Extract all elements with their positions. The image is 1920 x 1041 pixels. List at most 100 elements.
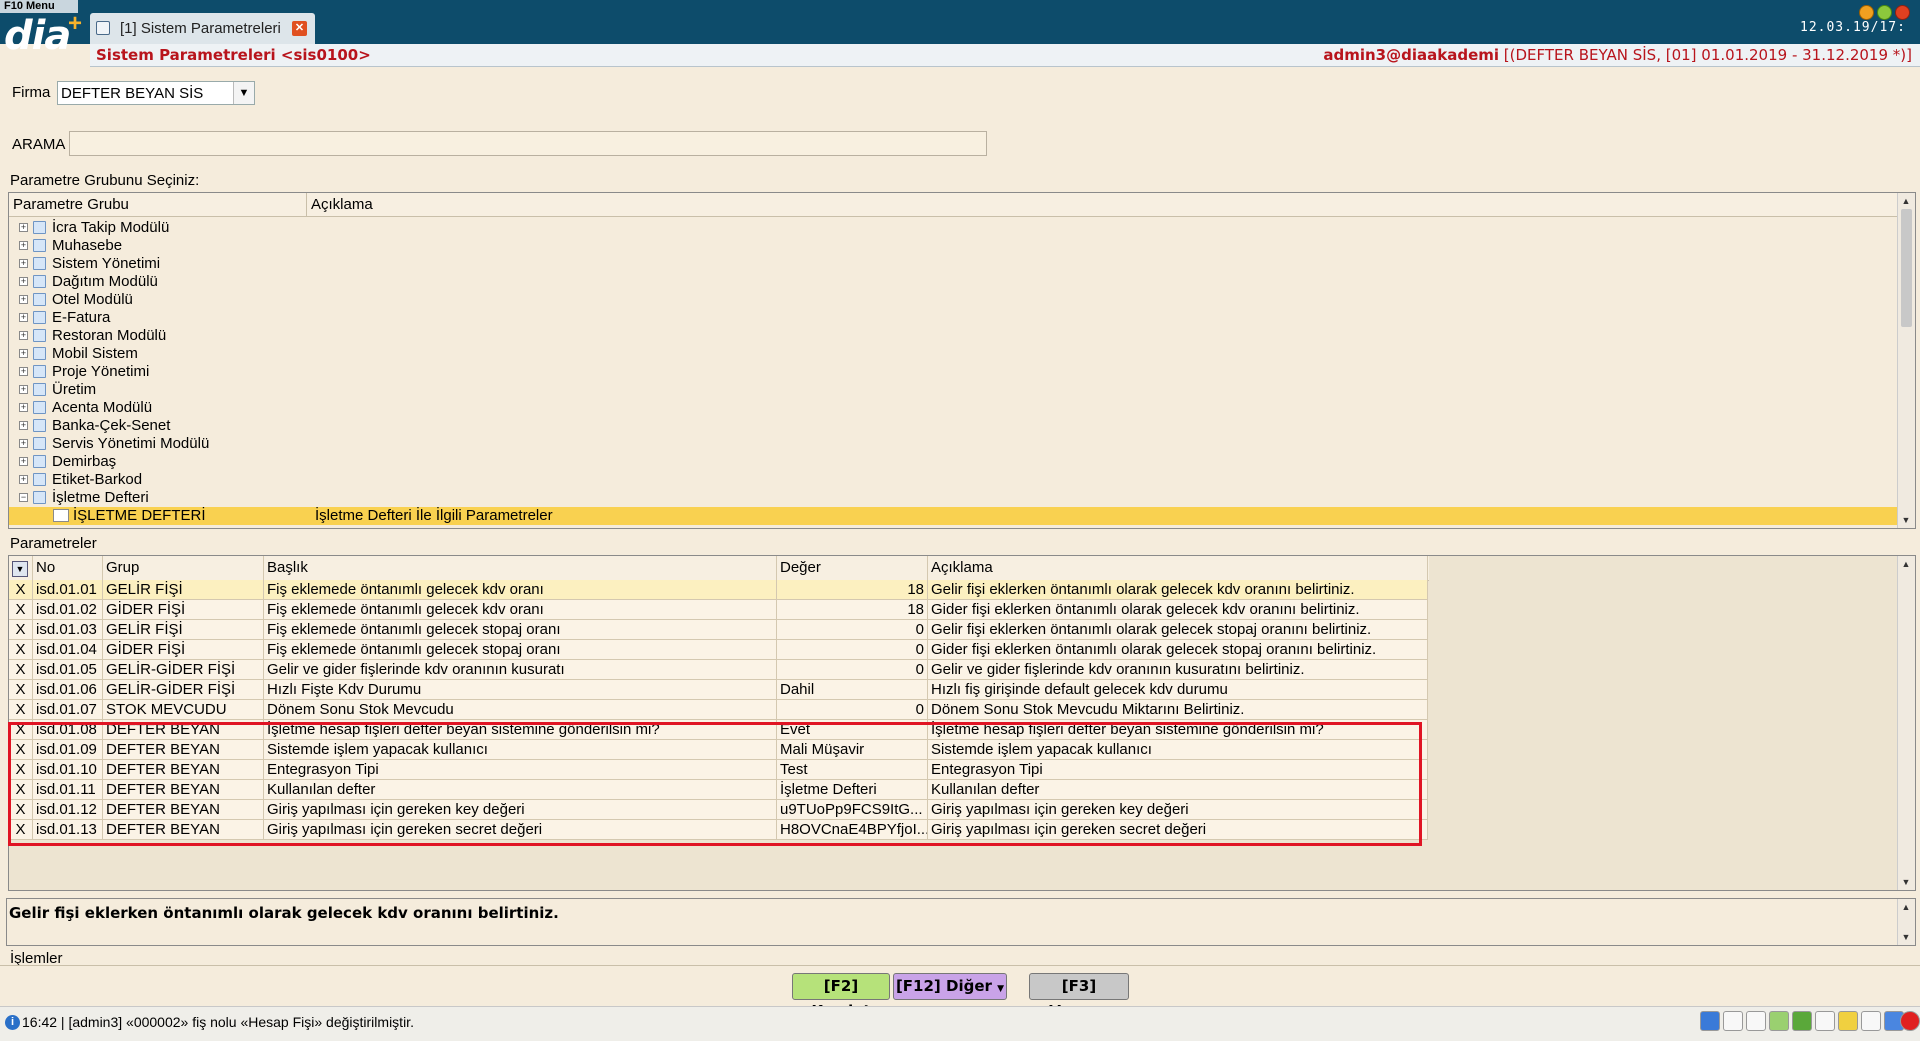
col-deger[interactable]: Değer xyxy=(777,556,928,580)
download-icon[interactable] xyxy=(1815,1011,1835,1031)
f10-menu-button[interactable]: F10 Menu xyxy=(0,0,78,13)
tab-close-icon[interactable]: ✕ xyxy=(292,21,307,36)
table-row[interactable]: Xisd.01.06 GELİR-GİDER FİŞİ Hızlı Fişte Kd… xyxy=(9,680,1437,700)
expand-icon[interactable]: + xyxy=(19,331,28,340)
scroll-down-icon[interactable]: ▼ xyxy=(1900,876,1912,888)
tree-header-group[interactable]: Parametre Grubu xyxy=(9,193,307,217)
tree-item[interactable]: + Proje Yönetimi xyxy=(9,363,1905,381)
help-icon[interactable] xyxy=(1700,1011,1720,1031)
expand-icon[interactable]: + xyxy=(19,457,28,466)
save-button[interactable]: [F2] Kaydet xyxy=(792,973,890,1020)
refresh-icon[interactable] xyxy=(1769,1011,1789,1031)
currency-icon[interactable] xyxy=(1792,1011,1812,1031)
scroll-down-icon[interactable]: ▼ xyxy=(1900,514,1912,526)
expand-icon[interactable]: + xyxy=(19,223,28,232)
cell-deger[interactable]: Dahil xyxy=(777,680,928,700)
tree-item[interactable]: + Mobil Sistem xyxy=(9,345,1905,363)
scroll-up-icon[interactable]: ▲ xyxy=(1900,558,1912,570)
col-aciklama[interactable]: Açıklama xyxy=(928,556,1428,580)
calendar-icon[interactable] xyxy=(1746,1011,1766,1031)
tree-item-label: Restoran Modülü xyxy=(52,327,167,344)
page-title: Sistem Parametreleri <sis0100> xyxy=(96,46,371,64)
expand-icon[interactable]: + xyxy=(19,421,28,430)
tree-scrollbar[interactable]: ▲ ▼ xyxy=(1897,193,1915,528)
col-grup[interactable]: Grup xyxy=(103,556,264,580)
tree-item[interactable]: + Etiket-Barkod xyxy=(9,471,1905,489)
tree-item[interactable]: + Acenta Modülü xyxy=(9,399,1905,417)
column-menu-icon[interactable]: ▼ xyxy=(12,561,28,577)
cell-deger[interactable]: 0 xyxy=(777,700,928,720)
expand-icon[interactable]: − xyxy=(19,493,28,502)
tree-item[interactable]: + Servis Yönetimi Modülü xyxy=(9,435,1905,453)
folder-icon xyxy=(33,401,46,414)
cell-deger[interactable]: 0 xyxy=(777,620,928,640)
add-tab-icon[interactable]: + xyxy=(68,12,82,36)
maximize-icon[interactable] xyxy=(1877,5,1892,20)
table-row[interactable]: Xisd.01.02 GİDER FİŞİ Fiş eklemede öntanım… xyxy=(9,600,1437,620)
table-row[interactable]: Xisd.01.05 GELİR-GİDER FİŞİ Gelir ve gider… xyxy=(9,660,1437,680)
table-row[interactable]: Xisd.01.04 GİDER FİŞİ Fiş eklemede öntanım… xyxy=(9,640,1437,660)
folder-icon xyxy=(33,437,46,450)
expand-icon[interactable]: + xyxy=(19,349,28,358)
cell-deger[interactable]: 0 xyxy=(777,660,928,680)
tree-item[interactable]: + Dağıtım Modülü xyxy=(9,273,1905,291)
expand-icon[interactable]: + xyxy=(19,475,28,484)
cell-deger[interactable]: 0 xyxy=(777,640,928,660)
col-baslik[interactable]: Başlık xyxy=(264,556,777,580)
grid-scrollbar[interactable]: ▲ ▼ xyxy=(1897,556,1915,890)
minimize-icon[interactable] xyxy=(1859,5,1874,20)
tree-item[interactable]: + Üretim xyxy=(9,381,1905,399)
tools-icon[interactable] xyxy=(1723,1011,1743,1031)
tree-item-label: Mobil Sistem xyxy=(52,345,138,362)
sitemap-icon[interactable] xyxy=(1861,1011,1881,1031)
cell-deger[interactable]: 18 xyxy=(777,580,928,600)
expand-icon[interactable]: + xyxy=(19,439,28,448)
expand-icon[interactable]: + xyxy=(19,277,28,286)
expand-icon[interactable]: + xyxy=(19,403,28,412)
folder-icon xyxy=(33,311,46,324)
tree-item[interactable]: − İşletme Defteri xyxy=(9,489,1905,507)
scroll-up-icon[interactable]: ▲ xyxy=(1900,195,1912,207)
tree-header-desc[interactable]: Açıklama xyxy=(307,193,1899,217)
expand-icon[interactable]: + xyxy=(19,313,28,322)
cell-no: isd.01.01 xyxy=(33,580,103,600)
tree-item[interactable]: + Restoran Modülü xyxy=(9,327,1905,345)
tree-item-selected[interactable]: İŞLETME DEFTERİ İşletme Defteri İle İlgil… xyxy=(9,507,1899,525)
cell-aciklama: Gider fişi eklerken öntanımlı olarak gel… xyxy=(928,600,1428,620)
params-label: Parametreler xyxy=(10,535,97,552)
tree-item[interactable]: + İcra Takip Modülü xyxy=(9,219,1905,237)
tree-item[interactable]: + Otel Modülü xyxy=(9,291,1905,309)
tree-item[interactable]: + Sistem Yönetimi xyxy=(9,255,1905,273)
expand-icon[interactable]: + xyxy=(19,385,28,394)
cell-baslik: Fiş eklemede öntanımlı gelecek kdv oranı xyxy=(264,600,777,620)
close-window-icon[interactable] xyxy=(1895,5,1910,20)
tree-item[interactable]: + E-Fatura xyxy=(9,309,1905,327)
expand-icon[interactable]: + xyxy=(19,367,28,376)
expand-icon[interactable]: + xyxy=(19,295,28,304)
desc-scrollbar[interactable]: ▲ ▼ xyxy=(1897,899,1915,945)
folder-icon xyxy=(33,455,46,468)
grid-menu-button[interactable]: ▼ xyxy=(9,556,33,580)
other-button[interactable]: [F12] Diğer ▼ xyxy=(893,973,1007,1000)
table-row[interactable]: Xisd.01.01 GELİR FİŞİ Fiş eklemede öntanım… xyxy=(9,580,1437,600)
expand-icon[interactable]: + xyxy=(19,241,28,250)
smiley-icon[interactable] xyxy=(1838,1011,1858,1031)
chevron-down-icon[interactable]: ▼ xyxy=(233,82,254,104)
tree-item[interactable]: + Demirbaş xyxy=(9,453,1905,471)
tree-item[interactable]: + Muhasebe xyxy=(9,237,1905,255)
scroll-up-icon[interactable]: ▲ xyxy=(1900,901,1912,913)
stop-icon[interactable] xyxy=(1900,1011,1920,1031)
cell-deger[interactable]: 18 xyxy=(777,600,928,620)
col-no[interactable]: No xyxy=(33,556,103,580)
search-input[interactable] xyxy=(69,131,987,156)
expand-icon[interactable]: + xyxy=(19,259,28,268)
cancel-button[interactable]: [F3] Vazgeç xyxy=(1029,973,1129,1020)
tree-item[interactable]: + Banka-Çek-Senet xyxy=(9,417,1905,435)
tab-sistem-parametreleri[interactable]: [1] Sistem Parametreleri ✕ xyxy=(90,13,315,44)
scroll-thumb[interactable] xyxy=(1901,209,1912,327)
firma-select[interactable]: DEFTER BEYAN SİS ▼ xyxy=(57,81,255,105)
table-row[interactable]: Xisd.01.07 STOK MEVCUDU Dönem Sonu Stok Me… xyxy=(9,700,1437,720)
cell-grup: GİDER FİŞİ xyxy=(103,600,264,620)
table-row[interactable]: Xisd.01.03 GELİR FİŞİ Fiş eklemede öntanım… xyxy=(9,620,1437,640)
scroll-down-icon[interactable]: ▼ xyxy=(1900,931,1912,943)
